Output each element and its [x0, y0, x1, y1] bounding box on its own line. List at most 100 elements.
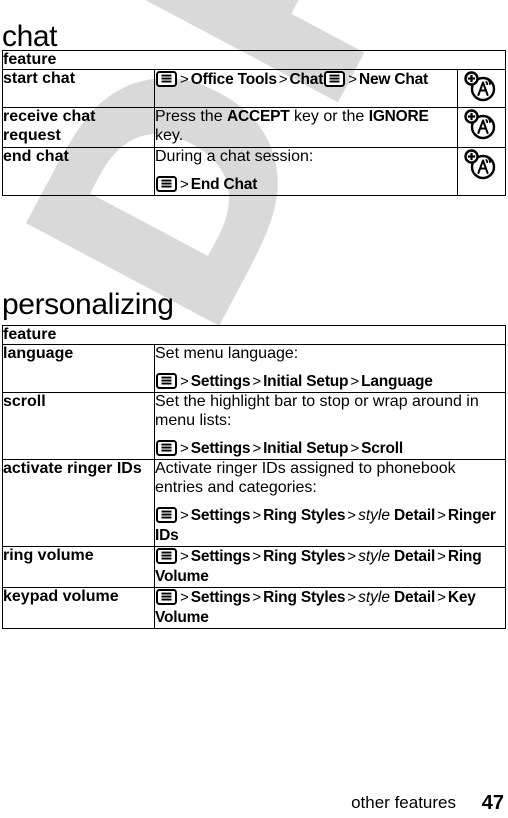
- menu-key-icon: [156, 506, 177, 523]
- table-row: start chat > Office Tools > Chat > New Chat: [2, 69, 507, 109]
- description-line: Press the ACCEPT key or the IGNORE key.: [155, 108, 457, 146]
- footer-page-number: 47: [481, 792, 504, 814]
- menu-path-item: Settings: [190, 440, 251, 458]
- description-text: Set the highlight bar to stop or wrap ar…: [155, 393, 479, 430]
- path-separator: >: [437, 588, 446, 606]
- table-row: end chat During a chat session: > End Chat: [2, 147, 507, 197]
- menu-path-item: End Chat: [190, 176, 258, 194]
- path-separator: >: [278, 71, 288, 89]
- table-body: start chat > Office Tools > Chat > New Chat rec…: [2, 69, 507, 197]
- menu-path-item: Detail: [389, 506, 436, 524]
- path-separator: >: [252, 373, 262, 391]
- path-separator: >: [252, 506, 262, 524]
- page-title-chat: chat: [2, 20, 58, 54]
- path-separator: >: [180, 506, 189, 524]
- path-separator: >: [347, 506, 357, 524]
- path-separator: >: [347, 547, 357, 565]
- menu-path-item: Detail: [389, 547, 436, 565]
- feature-name-cell: ring volume: [2, 545, 155, 588]
- path-separator: >: [350, 373, 360, 391]
- menu-key-icon: [156, 176, 177, 193]
- feature-name-cell: scroll: [2, 392, 155, 461]
- table-header-row: feature: [2, 49, 506, 71]
- network-feature-icon: [464, 108, 498, 140]
- feature-icon-cell: [456, 69, 507, 109]
- path-separator: >: [437, 506, 446, 524]
- menu-path-item: Chat: [289, 71, 324, 89]
- description-text: During a chat session:: [155, 148, 314, 166]
- table-row: receive chat request Press the ACCEPT key…: [2, 107, 507, 149]
- page-title-personalizing: personalizing: [2, 288, 174, 322]
- menu-path-variable: style: [358, 506, 390, 524]
- path-separator: >: [180, 373, 189, 391]
- table-row: ring volume > Settings > Ring Styles > style D…: [2, 545, 506, 588]
- feature-icon-cell: [456, 147, 507, 197]
- table-row: keypad volume > Settings > Ring Styles > style…: [2, 586, 506, 629]
- feature-name-cell: receive chat request: [2, 107, 155, 149]
- description-text: key or the: [289, 108, 369, 126]
- path-separator: >: [180, 588, 189, 606]
- menu-path-item: Detail: [389, 588, 436, 606]
- feature-name-cell: end chat: [2, 147, 155, 197]
- menu-path-line: > Settings > Ring Styles > style Detail > Ring …: [155, 547, 505, 587]
- path-separator: >: [252, 440, 262, 458]
- description-line: Activate ringer IDs assigned to phoneboo…: [155, 460, 505, 498]
- network-feature-icon: [464, 148, 498, 180]
- path-separator: >: [347, 588, 357, 606]
- menu-path-line: > Settings > Ring Styles > style Detail > Ringe…: [155, 506, 505, 546]
- path-separator: >: [350, 440, 360, 458]
- column-header-feature: feature: [2, 49, 506, 71]
- menu-path-item: Office Tools: [190, 71, 277, 89]
- feature-name-cell: start chat: [2, 69, 155, 109]
- feature-description-cell: > Office Tools > Chat > New Chat: [154, 69, 458, 109]
- menu-key-icon: [156, 373, 177, 390]
- feature-table-personalizing: feature language Set menu language: > Setti…: [2, 324, 506, 629]
- menu-path-variable: style: [358, 588, 390, 606]
- description-line: Set menu language:: [155, 345, 505, 364]
- menu-path-line: > Settings > Ring Styles > style Detail > Key V…: [155, 588, 505, 628]
- table-row: activate ringer IDs Activate ringer IDs a…: [2, 459, 506, 547]
- menu-path-line: > Settings > Initial Setup > Scroll: [155, 439, 505, 459]
- description-text: Activate ringer IDs assigned to phoneboo…: [155, 460, 456, 496]
- menu-path-item: New Chat: [358, 71, 428, 89]
- path-separator: >: [180, 440, 189, 458]
- menu-path-item: Ring Styles: [263, 547, 346, 565]
- menu-path-item: Settings: [190, 547, 251, 565]
- path-separator: >: [180, 176, 189, 194]
- feature-icon-cell: [456, 107, 507, 149]
- path-separator: >: [252, 547, 262, 565]
- table-header-row: feature: [2, 324, 506, 346]
- column-header-feature: feature: [2, 324, 506, 346]
- table-body: language Set menu language: > Settings > Init…: [2, 344, 506, 629]
- description-text: Set menu language:: [155, 345, 299, 363]
- menu-path-item: Language: [361, 373, 433, 391]
- menu-path-item: Settings: [190, 373, 251, 391]
- feature-description-cell: Activate ringer IDs assigned to phoneboo…: [154, 459, 506, 547]
- description-text: key.: [155, 127, 184, 145]
- menu-path-item: ACCEPT: [227, 108, 290, 126]
- menu-path-variable: style: [358, 547, 390, 565]
- feature-name-cell: activate ringer IDs: [2, 459, 155, 547]
- menu-path-item: Settings: [190, 506, 251, 524]
- path-separator: >: [437, 547, 446, 565]
- table-row: language Set menu language: > Settings > Init…: [2, 344, 506, 394]
- feature-description-cell: Set the highlight bar to stop or wrap ar…: [154, 392, 506, 461]
- feature-name-cell: keypad volume: [2, 586, 155, 629]
- menu-path-item: Scroll: [361, 440, 403, 458]
- menu-path-line: > Office Tools > Chat > New Chat: [155, 70, 457, 90]
- path-separator: >: [180, 71, 189, 89]
- page-footer: other features 47: [0, 792, 508, 817]
- description-text: Press the: [155, 108, 228, 126]
- path-separator: >: [252, 588, 262, 606]
- menu-path-item: IGNORE: [368, 108, 429, 126]
- path-separator: >: [180, 547, 189, 565]
- menu-key-icon: [156, 440, 177, 457]
- menu-key-icon: [156, 588, 177, 605]
- menu-path-item: Initial Setup: [263, 440, 349, 458]
- menu-path-line: > End Chat: [155, 175, 457, 195]
- menu-key-icon: [156, 71, 177, 88]
- feature-table-chat: feature start chat > Office Tools > Chat > New…: [2, 49, 507, 197]
- description-line: During a chat session:: [155, 148, 457, 167]
- feature-description-cell: > Settings > Ring Styles > style Detail > Key V…: [154, 586, 506, 629]
- footer-section-label: other features: [351, 793, 456, 812]
